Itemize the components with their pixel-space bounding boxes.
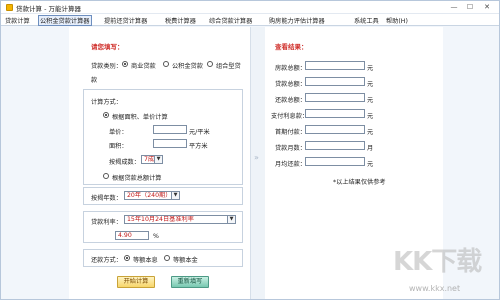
unit-price-label: 单价： xyxy=(109,129,128,136)
app-icon xyxy=(6,4,13,11)
chevron-down-icon: ▼ xyxy=(171,192,179,199)
menu-provident-fund-calc[interactable]: 公积金贷款计算器 xyxy=(38,15,92,26)
loan-type-label: 贷款类别： xyxy=(91,63,122,70)
result-label-house-total: 房款总额： xyxy=(275,65,306,72)
combined-loan-label: 组合型贷 xyxy=(216,63,241,70)
years-value: 20年（240期） xyxy=(127,192,172,199)
result-unit-house-total: 元 xyxy=(367,65,374,72)
result-note: *以上结果仅供参考 xyxy=(333,179,386,186)
calc-method-label: 计算方式： xyxy=(91,99,122,106)
equal-installment-label: 等额本息 xyxy=(133,257,158,264)
radio-provident-fund-loan[interactable] xyxy=(163,61,169,67)
area-input[interactable] xyxy=(153,139,187,148)
result-label-down-payment: 首期付款： xyxy=(275,129,306,136)
close-button[interactable]: ✕ xyxy=(481,2,493,13)
menu-combined-loan-calc[interactable]: 综合贷款计算器 xyxy=(209,16,252,25)
rate-value: 15年10月24日基准利率 xyxy=(127,216,194,223)
repay-label: 还款方式： xyxy=(91,257,122,264)
rate-select[interactable]: 15年10月24日基准利率 ▼ xyxy=(124,215,236,224)
minimize-button[interactable]: — xyxy=(448,2,460,13)
result-months xyxy=(305,141,365,150)
radio-combined-loan[interactable] xyxy=(207,61,213,67)
input-panel: 请您填写： 贷款类别： 商业贷款 公积金贷款 组合型贷 款 计算方式： 根据面积… xyxy=(69,27,251,299)
result-label-interest: 支付利息款： xyxy=(271,113,309,120)
rate-number-input[interactable]: 4.90 xyxy=(115,231,149,240)
mortgage-ratio-value: 7成 xyxy=(144,156,155,163)
method-area-price-label: 根据面积、单价计算 xyxy=(112,114,168,121)
result-interest xyxy=(305,109,365,118)
area-label: 面积： xyxy=(109,143,128,150)
chevron-right-icon: » xyxy=(254,153,259,162)
reset-button[interactable]: 重新填写 xyxy=(171,276,209,288)
mortgage-ratio-label: 按揭成数： xyxy=(109,159,140,166)
title-bar: 贷款计算 - 万能计算器 — ☐ ✕ xyxy=(1,1,499,14)
watermark: KK下载 www.kkx.net xyxy=(393,241,497,300)
radio-method-total[interactable] xyxy=(103,173,109,179)
result-section-title: 查看结果： xyxy=(275,43,308,51)
result-label-months: 贷款月数： xyxy=(275,145,306,152)
radio-equal-installment[interactable] xyxy=(124,255,130,261)
result-label-monthly: 月均还款： xyxy=(275,161,306,168)
combined-loan-label-wrap: 款 xyxy=(91,77,98,84)
years-select[interactable]: 20年（240期） ▼ xyxy=(124,191,180,200)
menu-help[interactable]: 帮助(H) xyxy=(386,16,408,25)
unit-price-unit: 元/平米 xyxy=(189,129,210,136)
result-unit-loan-total: 元 xyxy=(367,81,374,88)
watermark-logo: KK下载 xyxy=(393,247,482,277)
menu-prepayment-calc[interactable]: 提前还贷计算器 xyxy=(104,16,147,25)
provident-fund-loan-label: 公积金贷款 xyxy=(172,63,203,70)
unit-price-input[interactable] xyxy=(153,125,187,134)
radio-equal-principal[interactable] xyxy=(164,255,170,261)
equal-principal-label: 等额本金 xyxy=(173,257,198,264)
result-monthly xyxy=(305,157,365,166)
rate-label: 贷款利率： xyxy=(91,219,122,226)
result-down-payment xyxy=(305,125,365,134)
result-unit-repay-total: 元 xyxy=(367,97,374,104)
maximize-button[interactable]: ☐ xyxy=(464,2,476,13)
menu-bar: 贷款计算 公积金贷款计算器 提前还贷计算器 税费计算器 综合贷款计算器 购房能力… xyxy=(1,14,499,26)
result-unit-down-payment: 元 xyxy=(367,129,374,136)
result-repay-total xyxy=(305,93,365,102)
radio-commercial-loan[interactable] xyxy=(122,61,128,67)
mortgage-ratio-select[interactable]: 7成 ▼ xyxy=(141,155,163,164)
result-unit-interest: 元 xyxy=(367,113,374,120)
menu-loan-calc[interactable]: 贷款计算 xyxy=(5,16,30,25)
result-label-repay-total: 还款总额： xyxy=(275,97,306,104)
commercial-loan-label: 商业贷款 xyxy=(131,63,156,70)
input-section-title: 请您填写： xyxy=(91,43,124,51)
window-title: 贷款计算 - 万能计算器 xyxy=(16,5,81,13)
menu-system-tools[interactable]: 系统工具 xyxy=(354,16,379,25)
area-unit: 平方米 xyxy=(189,143,208,150)
panel-divider: » xyxy=(251,27,265,299)
menu-tax-calc[interactable]: 税费计算器 xyxy=(165,16,196,25)
menu-affordability-calc[interactable]: 购房能力评估计算器 xyxy=(269,16,325,25)
radio-method-area-price[interactable] xyxy=(103,112,109,118)
method-total-label: 根据贷款总额计算 xyxy=(112,175,162,182)
chevron-down-icon: ▼ xyxy=(154,156,162,163)
start-calc-button[interactable]: 开始计算 xyxy=(117,276,155,288)
app-window: 贷款计算 - 万能计算器 — ☐ ✕ 贷款计算 公积金贷款计算器 提前还贷计算器… xyxy=(0,0,500,300)
result-label-loan-total: 贷款总额： xyxy=(275,81,306,88)
result-unit-months: 月 xyxy=(367,145,374,152)
result-loan-total xyxy=(305,77,365,86)
result-house-total xyxy=(305,61,365,70)
chevron-down-icon: ▼ xyxy=(227,216,235,223)
years-label: 按揭年数： xyxy=(91,195,122,202)
rate-unit: % xyxy=(153,233,159,240)
result-unit-monthly: 元 xyxy=(367,161,374,168)
watermark-url: www.kkx.net xyxy=(409,284,461,293)
